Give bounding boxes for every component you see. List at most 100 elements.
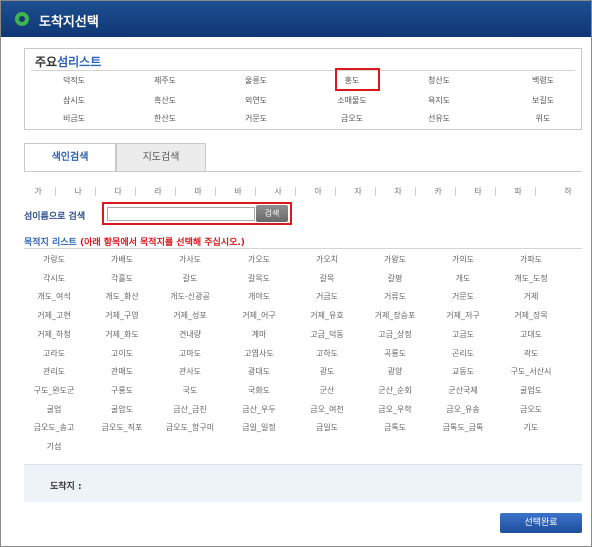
consonant-link[interactable]: 타 (471, 186, 485, 197)
destination-link[interactable]: 각흘도 (89, 273, 155, 284)
consonant-link[interactable]: 하 (561, 186, 575, 197)
destination-link[interactable]: 갈평 (362, 273, 428, 284)
destination-link[interactable]: 고엽사도 (226, 348, 292, 359)
destination-link[interactable]: 가오도 (226, 254, 292, 265)
destination-link[interactable]: 금오_유송 (430, 404, 496, 415)
destination-link[interactable]: 광대도 (226, 366, 292, 377)
destination-link[interactable]: 거제_고현 (21, 310, 87, 321)
destination-link[interactable]: 금오도 (498, 404, 564, 415)
destination-link[interactable]: 거제_어구 (226, 310, 292, 321)
island-link[interactable]: 덕적도 (44, 75, 104, 86)
island-link[interactable]: 비금도 (44, 113, 104, 124)
destination-link[interactable]: 구도_완도군 (21, 385, 87, 396)
destination-link[interactable]: 금톡도 (362, 422, 428, 433)
destination-link[interactable]: 개도_도정 (498, 273, 564, 284)
destination-link[interactable]: 거제_구영 (89, 310, 155, 321)
destination-link[interactable]: 금산_금진 (157, 404, 223, 415)
destination-link[interactable]: 거제_장목 (498, 310, 564, 321)
destination-link[interactable]: 기섬 (21, 441, 87, 452)
destination-link[interactable]: 거제 (498, 291, 564, 302)
island-link[interactable]: 삼시도 (44, 95, 104, 106)
destination-link[interactable]: 거문도 (430, 291, 496, 302)
destination-link[interactable]: 고대도 (498, 329, 564, 340)
destination-link[interactable]: 금오_여천 (294, 404, 360, 415)
destination-link[interactable]: 관매도 (89, 366, 155, 377)
destination-link[interactable]: 가오치 (294, 254, 360, 265)
destination-link[interactable]: 개도 (430, 273, 496, 284)
destination-link[interactable]: 구룡도 (89, 385, 155, 396)
destination-link[interactable]: 곤리도 (430, 348, 496, 359)
island-link[interactable]: 제주도 (135, 75, 195, 86)
destination-link[interactable]: 계마 (226, 329, 292, 340)
destination-link[interactable]: 가배도 (89, 254, 155, 265)
consonant-link[interactable]: 나 (71, 186, 85, 197)
destination-link[interactable]: 금오_우학 (362, 404, 428, 415)
destination-link[interactable]: 거제_장승포 (362, 310, 428, 321)
consonant-link[interactable]: 카 (431, 186, 445, 197)
destination-link[interactable]: 고라도 (21, 348, 87, 359)
island-link[interactable]: 흑산도 (135, 95, 195, 106)
destination-link[interactable]: 금오도_송고 (21, 422, 87, 433)
destination-link[interactable]: 광도 (294, 366, 360, 377)
island-link[interactable]: 선유도 (409, 113, 469, 124)
destination-link[interactable]: 곡룡도 (362, 348, 428, 359)
destination-link[interactable]: 국도 (157, 385, 223, 396)
destination-link[interactable]: 고금_덕동 (294, 329, 360, 340)
consonant-link[interactable]: 마 (191, 186, 205, 197)
destination-link[interactable]: 금톡도_금톡 (430, 422, 496, 433)
consonant-link[interactable]: 가 (31, 186, 45, 197)
destination-link[interactable]: 가사도 (157, 254, 223, 265)
destination-link[interactable]: 개야도 (226, 291, 292, 302)
island-link[interactable]: 백령도 (513, 75, 573, 86)
destination-link[interactable]: 곽도 (498, 348, 564, 359)
destination-link[interactable]: 고마도 (157, 348, 223, 359)
island-link[interactable]: 욕지도 (409, 95, 469, 106)
destination-link[interactable]: 거제_저구 (430, 310, 496, 321)
destination-link[interactable]: 고금도 (430, 329, 496, 340)
destination-link[interactable]: 개도_여석 (21, 291, 87, 302)
destination-link[interactable]: 굴암도 (89, 404, 155, 415)
island-link[interactable]: 거문도 (226, 113, 286, 124)
destination-link[interactable]: 거제_하청 (21, 329, 87, 340)
destination-link[interactable]: 거제_화도 (89, 329, 155, 340)
destination-link[interactable]: 개도_화산 (89, 291, 155, 302)
destination-link[interactable]: 굴업 (21, 404, 87, 415)
consonant-link[interactable]: 차 (391, 186, 405, 197)
consonant-link[interactable]: 파 (511, 186, 525, 197)
island-link[interactable]: 청산도 (409, 75, 469, 86)
destination-link[interactable]: 금일도 (294, 422, 360, 433)
destination-link[interactable]: 군산_순회 (362, 385, 428, 396)
destination-link[interactable]: 구도_서산시 (498, 366, 564, 377)
destination-link[interactable]: 거제_유호 (294, 310, 360, 321)
destination-link[interactable]: 고하도 (294, 348, 360, 359)
destination-link[interactable]: 거제_성포 (157, 310, 223, 321)
island-link[interactable]: 울릉도 (226, 75, 286, 86)
tab-index-search[interactable]: 색인검색 (24, 143, 116, 172)
island-link[interactable]: 금오도 (322, 113, 382, 124)
destination-link[interactable]: 가파도 (498, 254, 564, 265)
island-link[interactable]: 소매물도 (322, 95, 382, 106)
destination-link[interactable]: 금산_우두 (226, 404, 292, 415)
destination-link[interactable]: 각시도 (21, 273, 87, 284)
destination-link[interactable]: 가의도 (430, 254, 496, 265)
destination-link[interactable]: 고이도 (89, 348, 155, 359)
destination-link[interactable]: 견내량 (157, 329, 223, 340)
destination-link[interactable]: 관사도 (157, 366, 223, 377)
destination-link[interactable]: 갈도 (157, 273, 223, 284)
confirm-selection-button[interactable]: 선택완료 (500, 513, 582, 533)
destination-link[interactable]: 거류도 (362, 291, 428, 302)
consonant-link[interactable]: 사 (271, 186, 285, 197)
destination-link[interactable]: 기도 (498, 422, 564, 433)
destination-link[interactable]: 금오도_함구미 (157, 422, 223, 433)
tab-map-search[interactable]: 지도검색 (116, 143, 206, 172)
consonant-link[interactable]: 바 (231, 186, 245, 197)
destination-link[interactable]: 교동도 (430, 366, 496, 377)
destination-link[interactable]: 갈목도 (226, 273, 292, 284)
consonant-link[interactable]: 라 (151, 186, 165, 197)
consonant-link[interactable]: 아 (311, 186, 325, 197)
destination-link[interactable]: 광양 (362, 366, 428, 377)
destination-link[interactable]: 가왕도 (362, 254, 428, 265)
destination-link[interactable]: 군산 (294, 385, 360, 396)
destination-link[interactable]: 고금_상정 (362, 329, 428, 340)
island-link[interactable]: 한산도 (135, 113, 195, 124)
